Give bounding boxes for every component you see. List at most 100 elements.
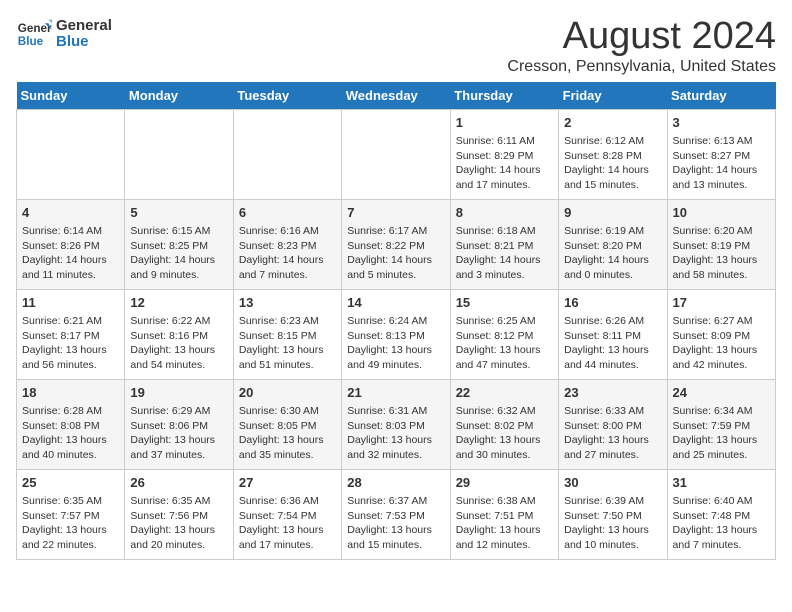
calendar-cell: 18Sunrise: 6:28 AMSunset: 8:08 PMDayligh…	[17, 379, 125, 469]
day-info: Daylight: 13 hours and 32 minutes.	[347, 433, 444, 462]
day-info: Sunset: 8:29 PM	[456, 149, 553, 164]
day-info: Daylight: 13 hours and 54 minutes.	[130, 343, 227, 372]
day-info: Sunset: 7:53 PM	[347, 509, 444, 524]
day-info: Sunset: 8:23 PM	[239, 239, 336, 254]
day-info: Sunrise: 6:28 AM	[22, 404, 119, 419]
day-info: Daylight: 14 hours and 5 minutes.	[347, 253, 444, 282]
day-info: Sunrise: 6:23 AM	[239, 314, 336, 329]
day-info: Daylight: 14 hours and 17 minutes.	[456, 163, 553, 192]
day-number: 24	[673, 384, 770, 402]
day-info: Daylight: 13 hours and 40 minutes.	[22, 433, 119, 462]
logo: General Blue General Blue	[16, 16, 112, 52]
day-of-week-header: Sunday	[17, 82, 125, 110]
day-info: Sunset: 8:13 PM	[347, 329, 444, 344]
day-info: Daylight: 13 hours and 56 minutes.	[22, 343, 119, 372]
title-section: August 2024 Cresson, Pennsylvania, Unite…	[507, 16, 776, 76]
calendar-week-row: 25Sunrise: 6:35 AMSunset: 7:57 PMDayligh…	[17, 469, 776, 559]
day-info: Sunset: 7:48 PM	[673, 509, 770, 524]
calendar-cell: 25Sunrise: 6:35 AMSunset: 7:57 PMDayligh…	[17, 469, 125, 559]
calendar-week-row: 18Sunrise: 6:28 AMSunset: 8:08 PMDayligh…	[17, 379, 776, 469]
day-info: Daylight: 13 hours and 27 minutes.	[564, 433, 661, 462]
day-info: Sunset: 8:03 PM	[347, 419, 444, 434]
day-info: Sunrise: 6:36 AM	[239, 494, 336, 509]
day-number: 6	[239, 204, 336, 222]
calendar-table: SundayMondayTuesdayWednesdayThursdayFrid…	[16, 82, 776, 560]
day-info: Sunrise: 6:33 AM	[564, 404, 661, 419]
day-number: 21	[347, 384, 444, 402]
day-info: Sunset: 8:12 PM	[456, 329, 553, 344]
day-info: Sunrise: 6:19 AM	[564, 224, 661, 239]
day-info: Daylight: 14 hours and 11 minutes.	[22, 253, 119, 282]
day-info: Sunrise: 6:27 AM	[673, 314, 770, 329]
day-info: Sunset: 8:06 PM	[130, 419, 227, 434]
day-of-week-header: Friday	[559, 82, 667, 110]
calendar-cell: 24Sunrise: 6:34 AMSunset: 7:59 PMDayligh…	[667, 379, 775, 469]
calendar-cell: 30Sunrise: 6:39 AMSunset: 7:50 PMDayligh…	[559, 469, 667, 559]
day-number: 2	[564, 114, 661, 132]
day-of-week-header: Tuesday	[233, 82, 341, 110]
day-number: 22	[456, 384, 553, 402]
day-number: 10	[673, 204, 770, 222]
day-of-week-header: Wednesday	[342, 82, 450, 110]
day-info: Sunset: 8:05 PM	[239, 419, 336, 434]
calendar-cell: 9Sunrise: 6:19 AMSunset: 8:20 PMDaylight…	[559, 199, 667, 289]
day-info: Sunrise: 6:13 AM	[673, 134, 770, 149]
calendar-cell: 8Sunrise: 6:18 AMSunset: 8:21 PMDaylight…	[450, 199, 558, 289]
day-info: Sunset: 8:28 PM	[564, 149, 661, 164]
day-info: Daylight: 14 hours and 9 minutes.	[130, 253, 227, 282]
day-info: Sunrise: 6:35 AM	[130, 494, 227, 509]
day-of-week-header: Saturday	[667, 82, 775, 110]
day-info: Sunset: 8:22 PM	[347, 239, 444, 254]
day-info: Sunrise: 6:39 AM	[564, 494, 661, 509]
day-info: Sunset: 8:26 PM	[22, 239, 119, 254]
day-info: Daylight: 13 hours and 12 minutes.	[456, 523, 553, 552]
day-info: Daylight: 13 hours and 42 minutes.	[673, 343, 770, 372]
calendar-cell: 4Sunrise: 6:14 AMSunset: 8:26 PMDaylight…	[17, 199, 125, 289]
day-number: 4	[22, 204, 119, 222]
day-of-week-header: Monday	[125, 82, 233, 110]
calendar-cell: 27Sunrise: 6:36 AMSunset: 7:54 PMDayligh…	[233, 469, 341, 559]
calendar-cell: 22 Sunrise: 6:32 AMSunset: 8:02 PMDayligh…	[450, 379, 558, 469]
day-info: Daylight: 13 hours and 22 minutes.	[22, 523, 119, 552]
day-info: Daylight: 13 hours and 47 minutes.	[456, 343, 553, 372]
day-info: Daylight: 13 hours and 30 minutes.	[456, 433, 553, 462]
day-info: Sunrise: 6:34 AM	[673, 404, 770, 419]
calendar-cell: 15Sunrise: 6:25 AMSunset: 8:12 PMDayligh…	[450, 289, 558, 379]
day-number: 27	[239, 474, 336, 492]
day-info: Daylight: 14 hours and 7 minutes.	[239, 253, 336, 282]
day-info: Sunset: 8:27 PM	[673, 149, 770, 164]
day-number: 28	[347, 474, 444, 492]
day-info: Sunset: 8:25 PM	[130, 239, 227, 254]
calendar-cell	[342, 109, 450, 199]
day-info: Sunrise: 6:29 AM	[130, 404, 227, 419]
day-of-week-header: Thursday	[450, 82, 558, 110]
page-title: August 2024	[507, 16, 776, 58]
day-info: Daylight: 14 hours and 3 minutes.	[456, 253, 553, 282]
calendar-week-row: 1Sunrise: 6:11 AMSunset: 8:29 PMDaylight…	[17, 109, 776, 199]
day-info: Sunrise: 6:26 AM	[564, 314, 661, 329]
calendar-cell: 7Sunrise: 6:17 AMSunset: 8:22 PMDaylight…	[342, 199, 450, 289]
day-info: Daylight: 13 hours and 10 minutes.	[564, 523, 661, 552]
calendar-cell: 26Sunrise: 6:35 AMSunset: 7:56 PMDayligh…	[125, 469, 233, 559]
day-number: 14	[347, 294, 444, 312]
day-info: Daylight: 13 hours and 15 minutes.	[347, 523, 444, 552]
day-info: Sunrise: 6:22 AM	[130, 314, 227, 329]
day-number: 5	[130, 204, 227, 222]
day-info: Daylight: 13 hours and 35 minutes.	[239, 433, 336, 462]
day-info: Daylight: 13 hours and 20 minutes.	[130, 523, 227, 552]
day-info: Sunset: 7:51 PM	[456, 509, 553, 524]
calendar-cell: 1Sunrise: 6:11 AMSunset: 8:29 PMDaylight…	[450, 109, 558, 199]
calendar-cell: 13Sunrise: 6:23 AMSunset: 8:15 PMDayligh…	[233, 289, 341, 379]
calendar-week-row: 4Sunrise: 6:14 AMSunset: 8:26 PMDaylight…	[17, 199, 776, 289]
day-number: 31	[673, 474, 770, 492]
calendar-cell: 20Sunrise: 6:30 AMSunset: 8:05 PMDayligh…	[233, 379, 341, 469]
day-info: Sunset: 8:00 PM	[564, 419, 661, 434]
svg-text:Blue: Blue	[18, 35, 44, 48]
day-info: Sunrise: 6:31 AM	[347, 404, 444, 419]
day-info: Sunrise: 6:35 AM	[22, 494, 119, 509]
day-info: Sunset: 8:02 PM	[456, 419, 553, 434]
day-info: Sunrise: 6:32 AM	[456, 404, 553, 419]
day-info: Daylight: 14 hours and 15 minutes.	[564, 163, 661, 192]
day-number: 9	[564, 204, 661, 222]
calendar-cell	[233, 109, 341, 199]
